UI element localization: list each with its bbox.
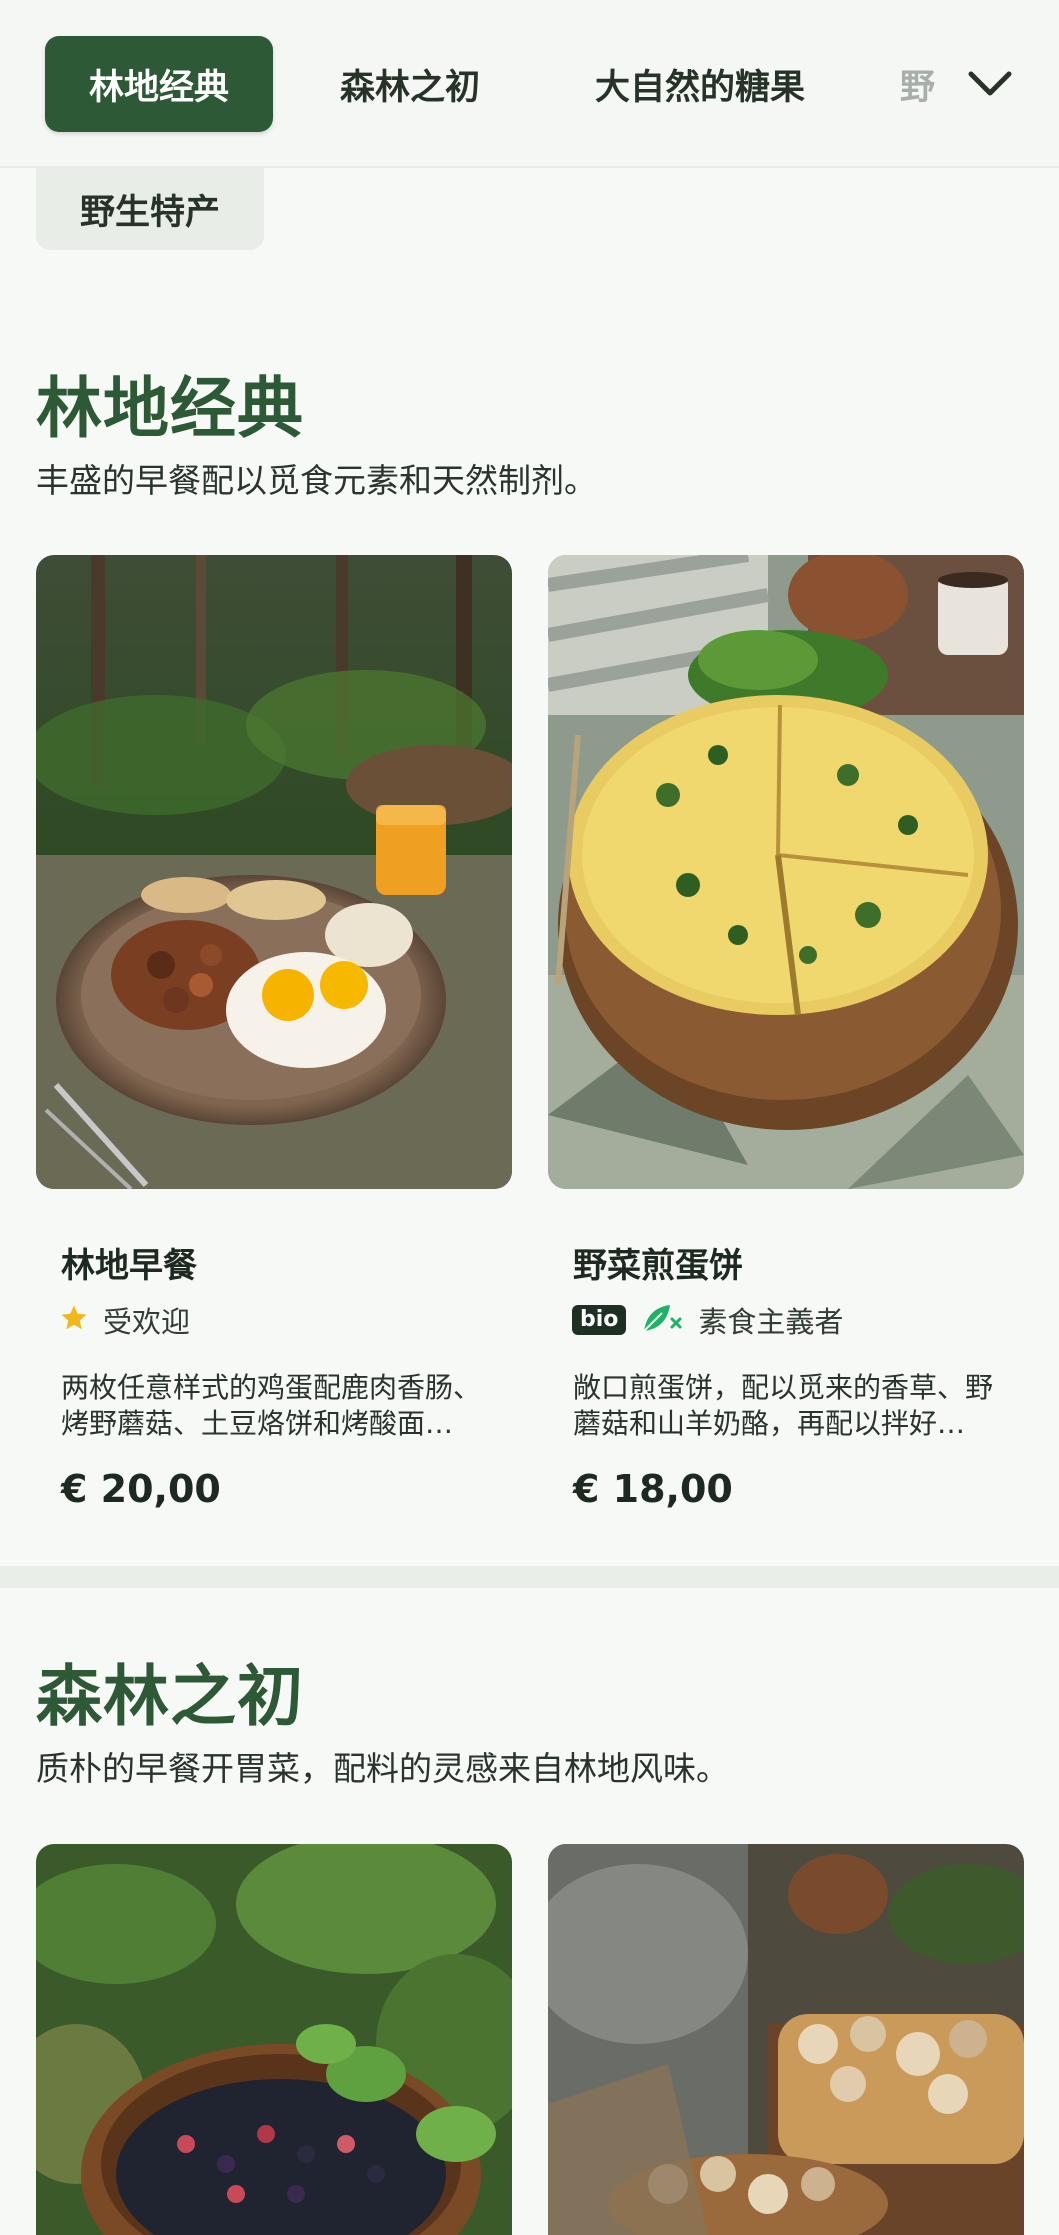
item-tags: 受欢迎: [59, 1300, 190, 1340]
mushroom-toast-image[interactable]: [548, 1844, 1024, 2235]
section-title: 森林之初: [36, 1658, 304, 1735]
section-description: 质朴的早餐开胃菜，配料的灵感来自林地风味。: [36, 1749, 729, 1788]
item-name[interactable]: 野菜煎蛋饼: [573, 1238, 743, 1287]
wild-greens-frittata-image[interactable]: [548, 555, 1024, 1189]
tab-woodland-classics[interactable]: 林地经典: [45, 36, 273, 132]
tab-natures-candy[interactable]: 大自然的糖果: [570, 36, 830, 132]
woodland-breakfast-image[interactable]: [36, 555, 512, 1189]
category-nav: 林地经典 森林之初 大自然的糖果 野: [0, 0, 1059, 168]
item-tags: bio 素食主義者: [572, 1300, 843, 1340]
tab-forest-starters[interactable]: 森林之初: [318, 36, 502, 132]
tag-popular: 受欢迎: [103, 1305, 191, 1339]
section-description: 丰盛的早餐配以觅食元素和天然制剂。: [36, 461, 597, 500]
section-divider: [0, 1566, 1059, 1588]
section-title: 林地经典: [36, 370, 304, 447]
item-price: € 18,00: [573, 1467, 733, 1511]
item-description: 敞口煎蛋饼，配以觅来的香草、野蘑菇和山羊奶酪，再配以拌好的森林蔬菜沙拉。: [573, 1371, 993, 1440]
tab-wild-specialties[interactable]: 野生特产: [36, 168, 264, 250]
forest-berries-image[interactable]: [36, 1844, 512, 2235]
item-price: € 20,00: [61, 1467, 221, 1511]
item-description: 两枚任意样式的鸡蛋配鹿肉香肠、烤野蘑菇、土豆烙饼和烤酸面包，搭配森林浆果果酱。: [61, 1371, 481, 1440]
item-name[interactable]: 林地早餐: [61, 1238, 197, 1287]
star-icon: [59, 1303, 89, 1337]
bio-badge: bio: [572, 1305, 627, 1335]
vegetarian-icon: [640, 1301, 684, 1339]
chevron-down-icon[interactable]: [958, 52, 1022, 116]
tab-wild-specialties-partial[interactable]: 野: [900, 36, 940, 132]
tag-vegetarian: 素食主義者: [698, 1305, 844, 1339]
